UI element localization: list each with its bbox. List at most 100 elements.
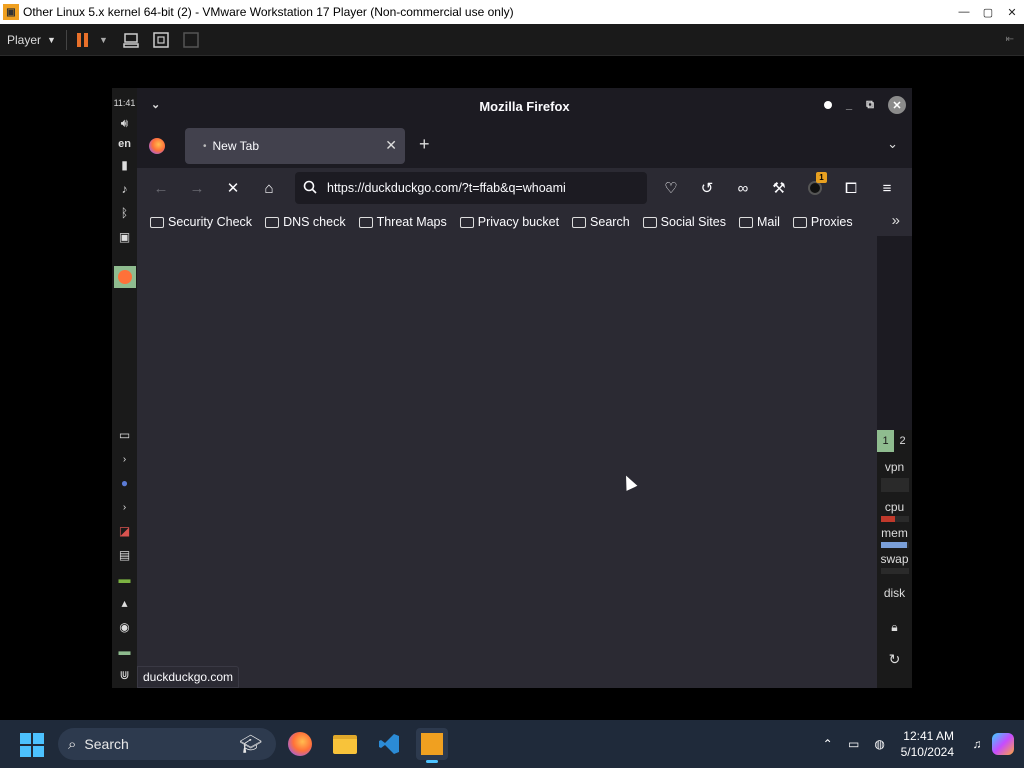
workspace-2[interactable]: 2 [894,430,911,452]
vpn-monitor[interactable]: vpn [877,460,912,492]
extension-badge-icon[interactable]: 1 [805,172,827,198]
battery-icon[interactable]: ▮ [116,156,134,174]
navigation-toolbar: ← → ✕ ⌂ https://duckduckgo.com/?t=ffab&q… [137,168,912,208]
new-tab-button[interactable]: + [419,134,430,155]
keyboard-layout[interactable]: en [118,138,131,150]
disk-monitor[interactable]: disk [877,586,912,600]
drive-icon[interactable]: ▬ [116,642,134,660]
firefox-launcher-icon[interactable] [113,266,136,288]
history-icon[interactable]: ↺ [697,178,717,198]
network-icon[interactable]: ◉ [116,618,134,636]
bookmarks-overflow-icon[interactable]: » [892,212,900,229]
wrench-icon[interactable]: ⚒ [769,178,789,198]
workspace-switcher: 1 2 [877,430,912,452]
guest-desktop: 11:41 🔊︎ en ▮ ♪ ᛒ ▣ ▭ › ● › ◪ ▤ ▬ ▴ ◉ ▬ … [112,88,912,688]
close-icon[interactable]: ✕ [1000,0,1024,24]
bookmark-folder[interactable]: Mail [738,215,780,229]
fullscreen-button[interactable] [150,29,172,51]
windows-taskbar: ⌕ Search 🎓︎ ⌃ ▭ ◍ 12:41 AM 5/10/2024 ♫ [0,720,1024,768]
vmware-toolbar: Player ▼ ▼ ⇤ [0,24,1024,56]
folder-icon [738,216,753,228]
chevron-down-icon: ▼ [98,34,108,45]
send-ctrl-alt-del-button[interactable] [120,29,142,51]
workspace-1[interactable]: 1 [877,430,894,452]
private-mask-icon[interactable]: ∞ [733,178,753,198]
app-menu-icon[interactable]: ⋓ [116,666,134,684]
window-title: Other Linux 5.x kernel 64-bit (2) - VMwa… [23,5,514,19]
maximize-icon[interactable]: ⧉ [866,99,874,112]
swap-monitor[interactable]: swap [877,552,912,574]
firefox-logo-icon[interactable] [149,138,165,154]
notification-bell-icon[interactable]: ♪ [116,180,134,198]
forward-icon[interactable]: → [187,178,207,198]
chevron-down-icon[interactable]: ⌄ [151,98,160,111]
firefox-window: ⌄ Mozilla Firefox _ ⧉ ✕ • New Tab ✕ + ⌄ … [137,88,912,688]
windows-start-icon[interactable] [20,733,44,757]
copilot-icon[interactable] [990,733,1016,755]
taskbar-date: 5/10/2024 [900,745,954,759]
bookmark-folder[interactable]: Threat Maps [358,215,447,229]
close-tab-icon[interactable]: ✕ [385,137,397,154]
maximize-icon[interactable]: ▢ [976,0,1000,24]
unity-button[interactable] [180,29,202,51]
bookmark-folder[interactable]: Security Check [150,215,252,229]
screenshot-icon[interactable]: ▣ [116,228,134,246]
firefox-window-title: Mozilla Firefox [479,98,570,114]
back-icon[interactable]: ← [151,178,171,198]
image-editor-icon[interactable]: ◪ [116,522,134,540]
bookmark-folder[interactable]: Social Sites [642,215,726,229]
chevron-right-icon[interactable]: › [116,498,134,516]
pocket-icon[interactable]: ♡ [661,178,681,198]
stop-icon[interactable]: ✕ [223,178,243,198]
minimize-icon[interactable]: — [952,0,976,24]
chevron-up-icon[interactable]: ⌃ [815,737,841,751]
right-panel: 1 2 vpn cpu mem swap disk 🔒︎ ↻ [877,430,912,688]
volume-icon[interactable]: 🔊︎ [116,114,134,132]
shield-icon[interactable]: ● [116,474,134,492]
firefox-titlebar: ⌄ Mozilla Firefox _ ⧉ ✕ [137,88,912,124]
taskbar-search-box[interactable]: ⌕ Search 🎓︎ [58,728,276,760]
cpu-monitor[interactable]: cpu [877,500,912,522]
folder-icon [459,216,474,228]
player-menu-button[interactable]: Player ▼ [7,33,56,47]
home-icon[interactable]: ⌂ [259,178,279,198]
bookmark-folder[interactable]: Proxies [792,215,853,229]
vmware-taskbar-icon[interactable] [416,728,448,763]
network-mute-icon[interactable]: ◍ [867,737,893,751]
lock-icon[interactable]: 🔒︎ [877,620,912,635]
vscode-icon[interactable] [373,728,405,760]
monitor-icon[interactable]: ▭ [841,737,867,751]
taskbar-search-placeholder: Search [84,736,129,752]
vmware-titlebar: ▣ Other Linux 5.x kernel 64-bit (2) - VM… [0,0,1024,24]
notification-bell-icon[interactable]: ♫ [964,737,990,751]
folder-icon[interactable]: ▬ [116,570,134,588]
sticky-icon[interactable] [824,101,833,109]
left-panel: 11:41 🔊︎ en ▮ ♪ ᛒ ▣ ▭ › ● › ◪ ▤ ▬ ▴ ◉ ▬ … [112,88,137,688]
close-icon[interactable]: ✕ [888,96,906,114]
folder-icon [572,216,587,228]
bookmark-folder[interactable]: Search [572,215,630,229]
bluetooth-icon[interactable]: ᛒ [116,204,134,222]
extensions-icon[interactable]: ⧠ [841,178,861,198]
clipboard-icon[interactable]: ▤ [116,546,134,564]
url-bar[interactable]: https://duckduckgo.com/?t=ffab&q=whoami [295,172,647,204]
printer-icon[interactable]: ▴ [116,594,134,612]
chevron-right-icon[interactable]: › [116,450,134,468]
taskbar-clock[interactable]: 12:41 AM 5/10/2024 [901,728,954,760]
refresh-icon[interactable]: ↻ [877,651,912,668]
panel-clock: 11:41 [113,98,136,108]
minimize-icon[interactable]: _ [846,99,852,111]
file-explorer-icon[interactable] [329,728,361,760]
bookmark-folder[interactable]: DNS check [265,215,346,229]
firefox-taskbar-icon[interactable] [284,728,316,760]
pause-button[interactable]: ▼ [76,32,120,47]
status-panel: duckduckgo.com [137,666,240,688]
list-all-tabs-icon[interactable]: ⌄ [887,136,898,152]
bookmark-folder[interactable]: Privacy bucket [459,215,559,229]
tab-new-tab[interactable]: • New Tab ✕ [185,128,405,164]
mem-monitor[interactable]: mem [877,526,912,548]
page-content[interactable] [137,236,877,688]
terminal-icon[interactable]: ▭ [116,426,134,444]
hamburger-menu-icon[interactable]: ≡ [877,178,897,198]
collapse-toolbar-icon[interactable]: ⇤ [1006,34,1014,45]
